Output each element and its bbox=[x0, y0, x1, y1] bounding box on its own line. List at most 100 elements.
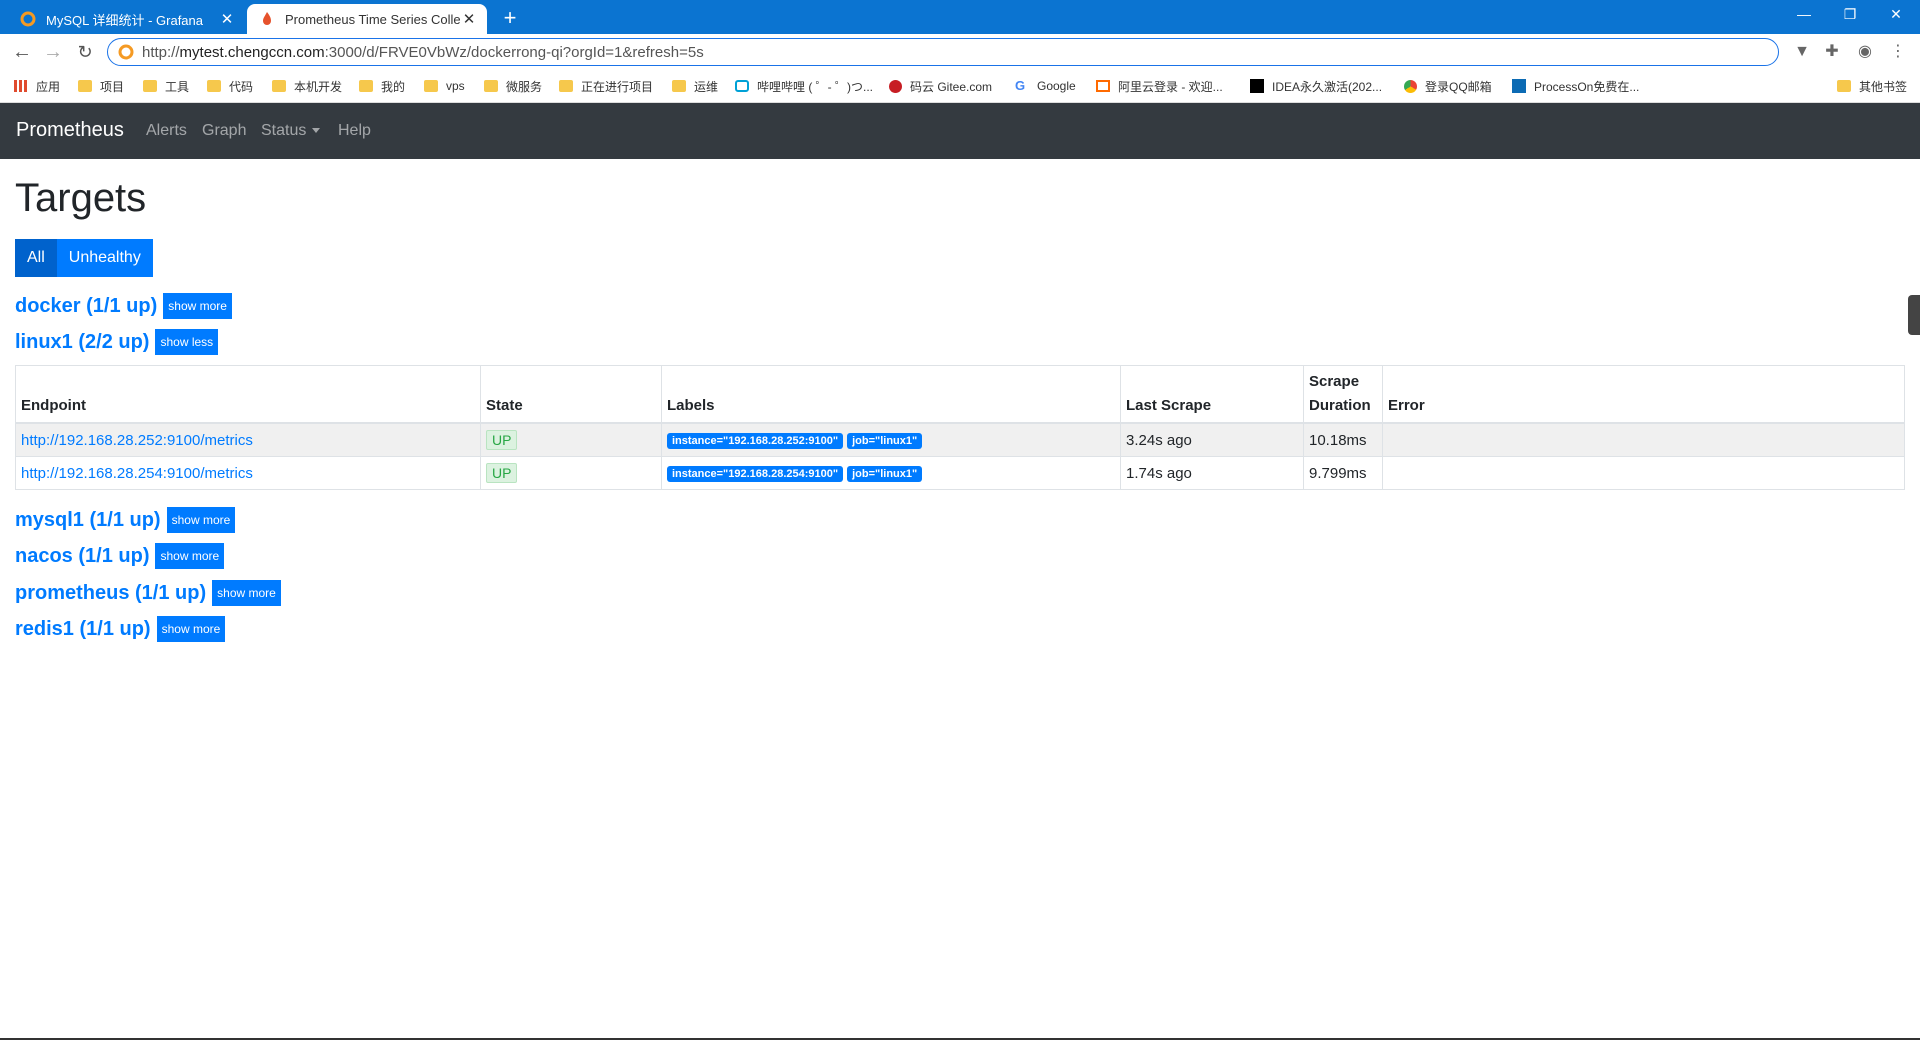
extension-filter-icon[interactable]: ▼ bbox=[1792, 42, 1812, 62]
tab-title: MySQL 详细统计 - Grafana bbox=[46, 12, 203, 28]
prometheus-flame-icon bbox=[259, 11, 275, 27]
targets-table: Endpoint State Labels Last Scrape Scrape… bbox=[15, 365, 1905, 490]
folder-icon bbox=[1837, 80, 1851, 92]
label-badge-instance: instance="192.168.28.254:9100" bbox=[667, 466, 844, 482]
bookmark-folder[interactable]: 项目 bbox=[78, 77, 124, 95]
minimize-button[interactable]: — bbox=[1782, 0, 1826, 30]
address-bar[interactable]: http://mytest.chengccn.com:3000/d/FRVE0V… bbox=[107, 38, 1779, 66]
bookmark-bilibili[interactable]: 哔哩哔哩 ( ゜- ゜)つ... bbox=[735, 77, 873, 95]
pool-title[interactable]: nacos (1/1 up) bbox=[15, 545, 149, 568]
new-tab-button[interactable]: + bbox=[496, 4, 524, 32]
bookmark-folder[interactable]: 微服务 bbox=[484, 77, 542, 95]
show-more-button[interactable]: show more bbox=[163, 293, 232, 319]
browser-menu-icon[interactable]: ⋮ bbox=[1888, 42, 1908, 62]
url-text[interactable]: http://mytest.chengccn.com:3000/d/FRVE0V… bbox=[142, 44, 704, 61]
bookmark-folder[interactable]: 工具 bbox=[143, 77, 189, 95]
pool-prometheus: prometheus (1/1 up) show more bbox=[15, 580, 281, 606]
pool-docker: docker (1/1 up) show more bbox=[15, 293, 232, 319]
table-header-row: Endpoint State Labels Last Scrape Scrape… bbox=[15, 365, 1905, 424]
bookmark-label: Google bbox=[1037, 79, 1076, 93]
processon-icon bbox=[1512, 79, 1526, 93]
folder-icon bbox=[359, 80, 373, 92]
bookmark-google[interactable]: G Google bbox=[1015, 77, 1076, 95]
side-panel-handle[interactable] bbox=[1908, 295, 1920, 335]
nav-graph[interactable]: Graph bbox=[202, 122, 246, 140]
pool-linux1: linux1 (2/2 up) show less bbox=[15, 329, 219, 355]
brand-link[interactable]: Prometheus bbox=[16, 119, 124, 142]
pool-title[interactable]: redis1 (1/1 up) bbox=[15, 618, 151, 641]
site-favicon-icon bbox=[118, 44, 134, 60]
bookmark-folder[interactable]: 正在进行项目 bbox=[559, 77, 653, 95]
browser-tab-grafana[interactable]: MySQL 详细统计 - Grafana ✕ bbox=[8, 4, 245, 34]
back-arrow-icon[interactable]: ← bbox=[10, 40, 34, 64]
col-last-scrape: Last Scrape bbox=[1120, 365, 1304, 424]
endpoint-link[interactable]: http://192.168.28.254:9100/metrics bbox=[21, 465, 253, 482]
bookmark-folder[interactable]: 运维 bbox=[672, 77, 718, 95]
table-row: http://192.168.28.254:9100/metrics UP in… bbox=[15, 456, 1905, 490]
bookmark-label: IDEA永久激活(202... bbox=[1272, 79, 1383, 94]
reload-icon[interactable]: ↻ bbox=[73, 40, 97, 64]
bookmark-apps[interactable]: 应用 bbox=[14, 77, 60, 95]
show-less-button[interactable]: show less bbox=[155, 329, 219, 355]
pool-title[interactable]: prometheus (1/1 up) bbox=[15, 582, 206, 605]
bookmark-label: 登录QQ邮箱 bbox=[1425, 79, 1492, 94]
pool-title[interactable]: linux1 (2/2 up) bbox=[15, 331, 149, 354]
browser-tab-strip: MySQL 详细统计 - Grafana ✕ Prometheus Time S… bbox=[0, 0, 1920, 34]
filter-unhealthy-button[interactable]: Unhealthy bbox=[56, 239, 153, 277]
col-scrape-duration: Scrape Duration bbox=[1303, 365, 1383, 424]
folder-icon bbox=[559, 80, 573, 92]
nav-status[interactable]: Status bbox=[261, 122, 321, 140]
bookmark-gitee[interactable]: 码云 Gitee.com bbox=[889, 77, 992, 95]
folder-icon bbox=[207, 80, 221, 92]
apps-grid-icon bbox=[14, 80, 28, 92]
bookmark-folder[interactable]: vps bbox=[424, 77, 465, 95]
window-close-button[interactable]: ✕ bbox=[1874, 0, 1918, 30]
prometheus-navbar: Prometheus Alerts Graph Status Help bbox=[0, 103, 1920, 159]
error-cell bbox=[1382, 456, 1905, 490]
col-error: Error bbox=[1382, 365, 1905, 424]
tab-close-icon[interactable]: ✕ bbox=[219, 10, 235, 28]
nav-alerts[interactable]: Alerts bbox=[146, 122, 187, 140]
nav-status-label: Status bbox=[261, 122, 307, 139]
tab-close-icon[interactable]: ✕ bbox=[461, 10, 477, 28]
pool-redis1: redis1 (1/1 up) show more bbox=[15, 616, 226, 642]
bookmark-label: ProcessOn免费在... bbox=[1534, 79, 1640, 94]
bookmark-other-folder[interactable]: 其他书签 bbox=[1837, 77, 1907, 95]
page-title: Targets bbox=[15, 176, 147, 220]
extensions-puzzle-icon[interactable]: ✚ bbox=[1822, 42, 1842, 62]
folder-icon bbox=[272, 80, 286, 92]
pool-title[interactable]: docker (1/1 up) bbox=[15, 295, 157, 318]
scrape-duration-cell: 9.799ms bbox=[1303, 456, 1383, 490]
endpoint-link[interactable]: http://192.168.28.252:9100/metrics bbox=[21, 432, 253, 449]
bookmark-idea[interactable]: IDEA永久激活(202... bbox=[1250, 77, 1382, 95]
profile-avatar-icon[interactable]: ◉ bbox=[1855, 42, 1875, 62]
pool-title[interactable]: mysql1 (1/1 up) bbox=[15, 509, 161, 532]
label-badge-job: job="linux1" bbox=[847, 466, 923, 482]
col-labels: Labels bbox=[661, 365, 1121, 424]
bookmark-aliyun[interactable]: 阿里云登录 - 欢迎... bbox=[1096, 77, 1223, 95]
pool-nacos: nacos (1/1 up) show more bbox=[15, 543, 225, 569]
google-icon: G bbox=[1015, 78, 1026, 93]
nav-help[interactable]: Help bbox=[338, 122, 371, 140]
forward-arrow-icon[interactable]: → bbox=[41, 40, 65, 64]
folder-icon bbox=[484, 80, 498, 92]
filter-all-button[interactable]: All bbox=[15, 239, 57, 277]
browser-tab-prometheus[interactable]: Prometheus Time Series Colle ✕ bbox=[247, 4, 487, 34]
bookmark-label: 应用 bbox=[36, 79, 61, 94]
restore-button[interactable]: ❐ bbox=[1828, 0, 1872, 30]
col-endpoint: Endpoint bbox=[15, 365, 481, 424]
bookmark-processon[interactable]: ProcessOn免费在... bbox=[1512, 77, 1639, 95]
show-more-button[interactable]: show more bbox=[155, 543, 225, 569]
idea-icon bbox=[1250, 79, 1264, 93]
show-more-button[interactable]: show more bbox=[166, 507, 236, 533]
bookmark-qqmail[interactable]: 登录QQ邮箱 bbox=[1404, 77, 1492, 95]
folder-icon bbox=[78, 80, 92, 92]
show-more-button[interactable]: show more bbox=[212, 580, 281, 606]
state-badge: UP bbox=[486, 463, 518, 483]
table-row: http://192.168.28.252:9100/metrics UP in… bbox=[15, 422, 1905, 457]
bookmark-folder[interactable]: 代码 bbox=[207, 77, 253, 95]
chrome-icon bbox=[1404, 79, 1417, 93]
show-more-button[interactable]: show more bbox=[156, 616, 226, 642]
bookmark-folder[interactable]: 本机开发 bbox=[272, 77, 342, 95]
bookmark-folder[interactable]: 我的 bbox=[359, 77, 405, 95]
